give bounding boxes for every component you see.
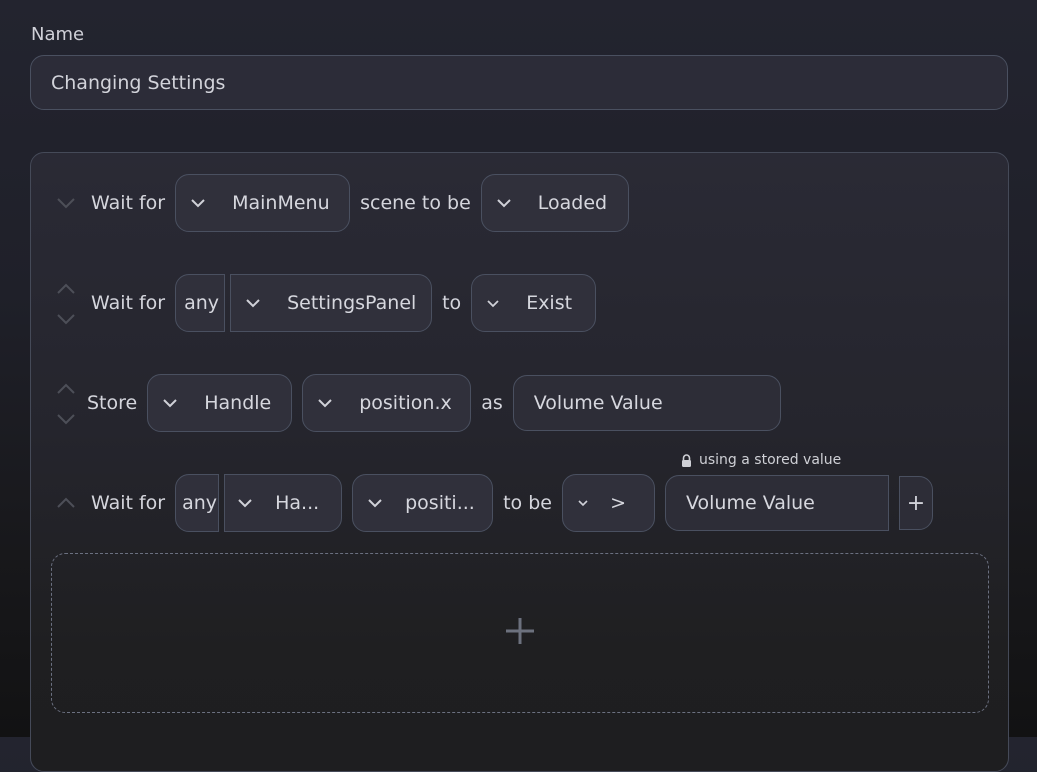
quantifier-toggle[interactable]: any: [175, 274, 226, 332]
chevron-down-icon: [577, 499, 592, 507]
add-value-button[interactable]: +: [898, 476, 933, 530]
move-down-icon[interactable]: [56, 413, 76, 425]
target-dropdown[interactable]: SettingsPanel: [230, 274, 433, 332]
step-connector: to be: [503, 492, 552, 514]
chevron-down-icon: [367, 498, 383, 508]
input-value: Volume Value: [533, 392, 663, 414]
name-input[interactable]: Changing Settings: [30, 55, 1008, 110]
dropdown-value: Ha...: [275, 492, 320, 514]
step-verb: Wait for: [91, 192, 166, 214]
plus-icon: +: [906, 490, 926, 516]
step-connector: as: [481, 392, 503, 414]
step-verb: Wait for: [91, 492, 166, 514]
chevron-down-icon: [237, 498, 253, 508]
dropdown-value: MainMenu: [232, 192, 330, 214]
plus-icon: [506, 617, 534, 649]
move-down-icon[interactable]: [56, 313, 76, 325]
operator-dropdown[interactable]: >: [561, 474, 655, 532]
step-row: Wait for any Ha... positi... to be > Vol…: [51, 473, 933, 533]
stored-value-input[interactable]: Volume Value: [664, 475, 889, 531]
step-row: Store Handle position.x as Volume Value: [51, 373, 781, 433]
state-dropdown[interactable]: Exist: [471, 274, 597, 332]
move-up-icon[interactable]: [56, 283, 76, 295]
quantifier-toggle[interactable]: any: [175, 474, 220, 532]
add-step-dropzone[interactable]: [51, 553, 989, 713]
step-connector: to: [442, 292, 462, 314]
reorder-controls: [51, 373, 81, 433]
chevron-down-icon: [190, 198, 206, 208]
dropdown-value: >: [610, 492, 626, 514]
step-verb: Wait for: [91, 292, 166, 314]
quantifier-value: any: [184, 292, 220, 314]
quantifier-value: any: [182, 492, 218, 514]
chevron-down-icon: [496, 198, 512, 208]
move-up-icon[interactable]: [56, 383, 76, 395]
chevron-down-icon: [245, 298, 261, 308]
chevron-down-icon: [486, 299, 500, 308]
chevron-down-icon: [317, 398, 333, 408]
dropdown-value: Handle: [204, 392, 272, 414]
stored-value-hint: using a stored value: [681, 452, 841, 468]
dropdown-value: Exist: [526, 292, 573, 314]
step-row: Wait for any SettingsPanel to Exist: [51, 273, 597, 333]
step-verb: Store: [87, 392, 138, 414]
target-dropdown[interactable]: Handle: [147, 374, 293, 432]
state-dropdown[interactable]: Loaded: [480, 174, 629, 232]
name-label: Name: [31, 24, 85, 45]
move-down-icon[interactable]: [56, 197, 76, 209]
reorder-controls: [51, 273, 81, 333]
step-row: Wait for MainMenu scene to be Loaded: [51, 173, 629, 233]
dropdown-value: SettingsPanel: [287, 292, 417, 314]
move-up-icon[interactable]: [56, 497, 76, 509]
steps-panel: Wait for MainMenu scene to be Loaded Wai…: [30, 152, 1009, 772]
property-dropdown[interactable]: positi...: [352, 474, 494, 532]
variable-name-input[interactable]: Volume Value: [512, 375, 781, 431]
reorder-controls: [51, 473, 81, 533]
hint-text: using a stored value: [699, 452, 842, 468]
target-dropdown[interactable]: Ha...: [224, 474, 343, 532]
target-dropdown[interactable]: MainMenu: [175, 174, 351, 232]
step-connector: scene to be: [360, 192, 471, 214]
input-value: Volume Value: [685, 492, 815, 514]
dropdown-value: positi...: [405, 492, 475, 514]
property-dropdown[interactable]: position.x: [302, 374, 472, 432]
chevron-down-icon: [162, 398, 178, 408]
reorder-controls: [51, 173, 81, 233]
dropdown-value: position.x: [359, 392, 452, 414]
lock-icon: [681, 453, 692, 467]
dropdown-value: Loaded: [537, 192, 608, 214]
